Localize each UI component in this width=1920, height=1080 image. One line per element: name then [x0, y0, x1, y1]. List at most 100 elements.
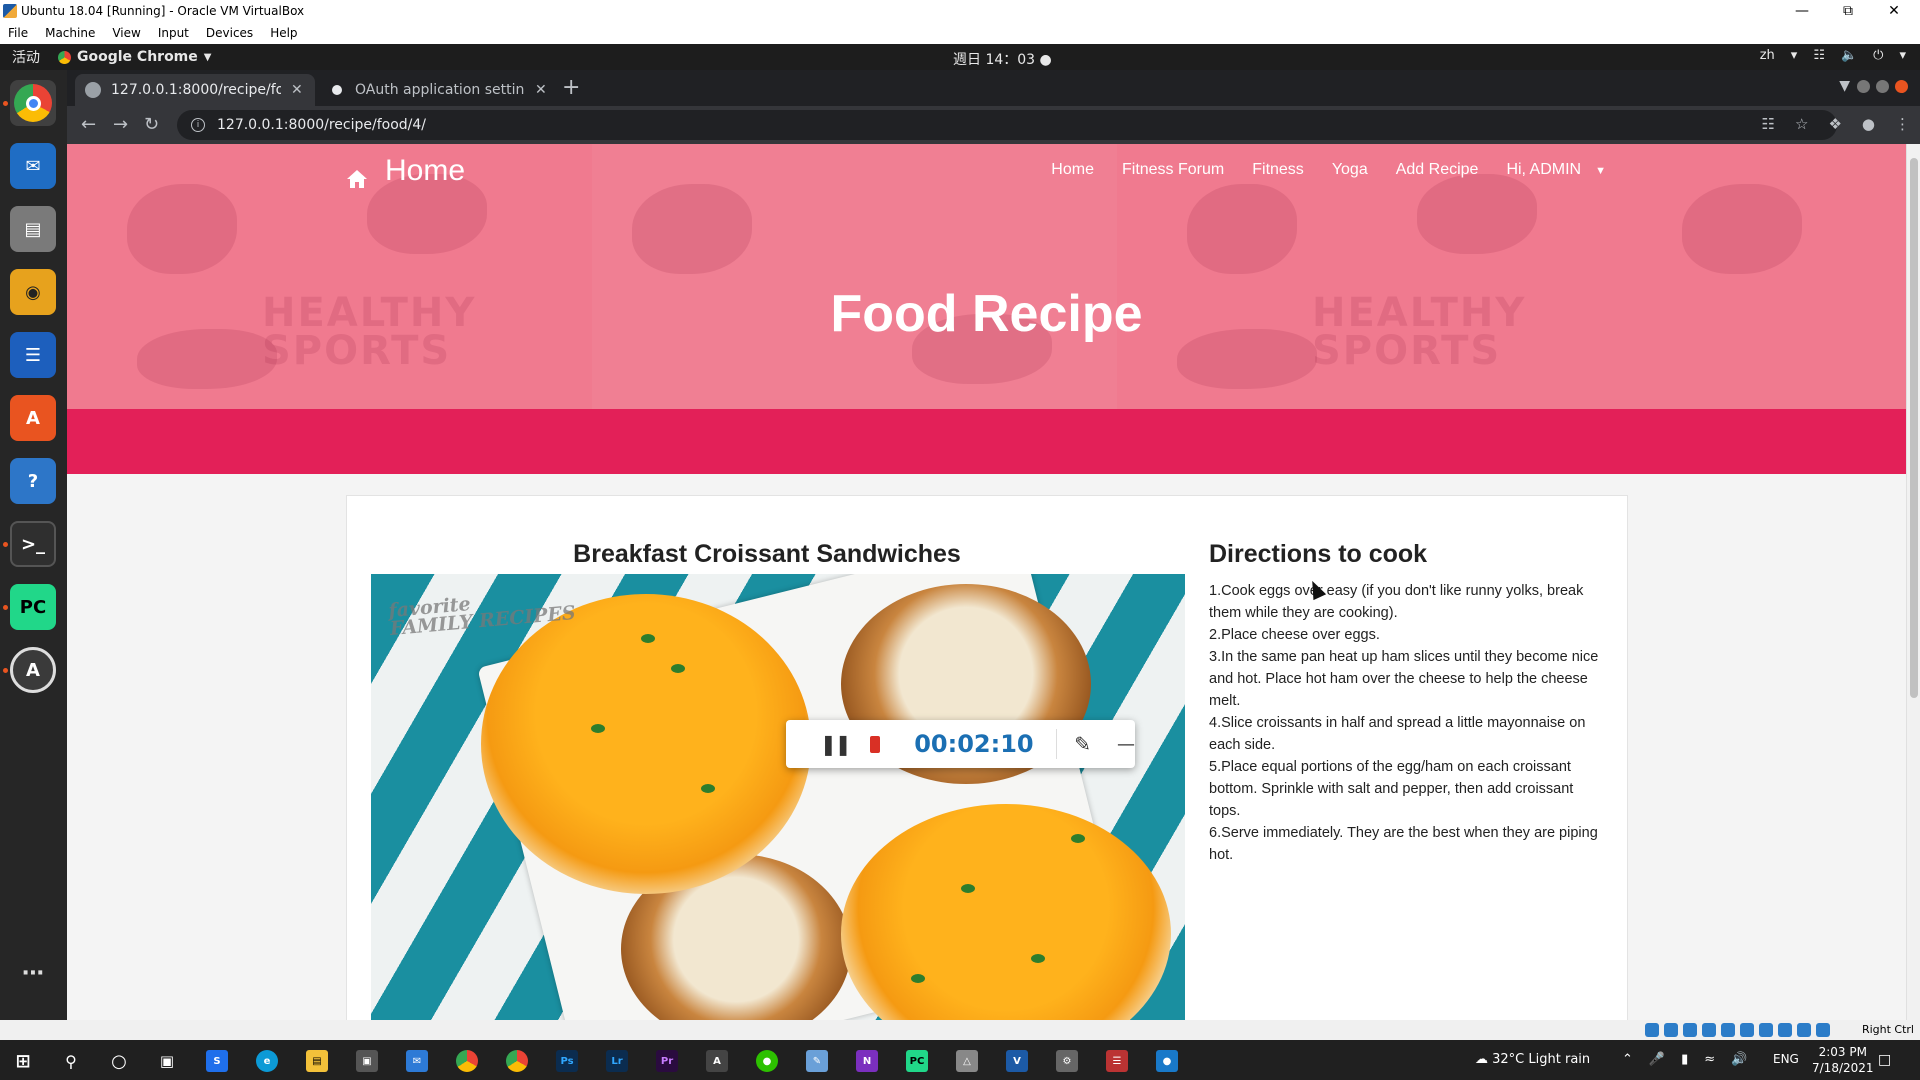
cortana-icon[interactable]: ○: [108, 1050, 130, 1072]
cpu-icon[interactable]: [1797, 1023, 1811, 1037]
nav-fitness-forum[interactable]: Fitness Forum: [1122, 161, 1224, 179]
virtualbox-taskbar-icon[interactable]: V: [1006, 1050, 1028, 1072]
stop-recording-button[interactable]: [869, 735, 881, 753]
draw-pen-icon[interactable]: ✎: [1074, 732, 1091, 756]
mail-icon[interactable]: ✉: [406, 1050, 428, 1072]
store-icon[interactable]: ▣: [356, 1050, 378, 1072]
chrome-dock-icon[interactable]: [10, 80, 56, 126]
pycharm-taskbar-icon[interactable]: PC: [906, 1050, 928, 1072]
minimize-icon[interactable]: [1857, 80, 1870, 93]
recording-icon[interactable]: [1778, 1023, 1792, 1037]
package-icon[interactable]: △: [956, 1050, 978, 1072]
software-center-icon[interactable]: A: [10, 395, 56, 441]
nav-user-menu[interactable]: Hi, ADMIN ▼: [1506, 161, 1606, 179]
chevron-up-icon[interactable]: ⌃: [1622, 1052, 1633, 1067]
pause-icon[interactable]: ❚❚: [820, 732, 851, 756]
language-indicator[interactable]: ENG: [1773, 1052, 1799, 1066]
profile-icon[interactable]: ●: [1862, 115, 1875, 133]
nav-fitness[interactable]: Fitness: [1252, 161, 1304, 179]
thunderbird-icon[interactable]: ✉: [10, 143, 56, 189]
menu-machine[interactable]: Machine: [37, 26, 104, 40]
input-method-indicator[interactable]: zh: [1760, 48, 1775, 63]
menu-input[interactable]: Input: [150, 26, 198, 40]
nav-home[interactable]: Home: [1051, 161, 1094, 179]
writer-icon[interactable]: ☰: [10, 332, 56, 378]
menu-view[interactable]: View: [104, 26, 149, 40]
forward-icon[interactable]: →: [113, 114, 128, 135]
panel-clock[interactable]: 週日 14：03 ●: [953, 49, 1052, 69]
tab-search-icon[interactable]: ▼: [1839, 78, 1850, 94]
panel-tray[interactable]: zh ▾ ☷ 🔈 ⏻ ▾: [1760, 48, 1906, 63]
audio-icon[interactable]: [1683, 1023, 1697, 1037]
shared-folder-icon[interactable]: [1740, 1023, 1754, 1037]
chrome-taskbar-icon[interactable]: [506, 1050, 528, 1072]
star-icon[interactable]: ☆: [1795, 115, 1808, 133]
page-scrollbar[interactable]: [1906, 144, 1920, 1020]
mouse-integration-icon[interactable]: [1816, 1023, 1830, 1037]
terminal-icon[interactable]: >_: [10, 521, 56, 567]
help-icon[interactable]: ?: [10, 458, 56, 504]
wechat-icon[interactable]: ●: [756, 1050, 778, 1072]
weather-widget[interactable]: ☁ 32°C Light rain: [1475, 1052, 1590, 1067]
battery-icon[interactable]: ▮: [1681, 1052, 1688, 1067]
search-icon[interactable]: ⚲: [60, 1050, 82, 1072]
chrome-taskbar-icon[interactable]: [456, 1050, 478, 1072]
network-icon[interactable]: [1702, 1023, 1716, 1037]
file-explorer-icon[interactable]: ▤: [306, 1050, 328, 1072]
software-updater-icon[interactable]: A: [10, 647, 56, 693]
wifi-icon[interactable]: ≈: [1704, 1052, 1715, 1067]
reload-icon[interactable]: ↻: [144, 114, 159, 135]
close-icon[interactable]: [1895, 80, 1908, 93]
more-menu-icon[interactable]: ⋮: [1895, 115, 1910, 133]
settings-app-icon[interactable]: ⚙: [1056, 1050, 1078, 1072]
back-icon[interactable]: ←: [81, 114, 96, 135]
windows-start-icon[interactable]: ⊞: [12, 1050, 34, 1072]
minimize-button[interactable]: —: [1780, 0, 1824, 22]
microphone-icon[interactable]: 🎤: [1649, 1052, 1665, 1067]
app-menu[interactable]: Google Chrome ▼: [58, 49, 211, 65]
close-window-button[interactable]: ✕: [1872, 0, 1916, 22]
extensions-icon[interactable]: ❖: [1828, 115, 1841, 133]
translator-icon[interactable]: A: [706, 1050, 728, 1072]
tab-oauth[interactable]: OAuth application settings ✕: [319, 74, 559, 106]
site-brand[interactable]: Home: [347, 154, 465, 188]
address-bar[interactable]: i 127.0.0.1:8000/recipe/food/4/: [177, 110, 1837, 140]
show-applications-icon[interactable]: ⋯: [10, 950, 56, 996]
menu-file[interactable]: File: [0, 26, 37, 40]
activities-button[interactable]: 活动: [12, 47, 40, 67]
display-icon[interactable]: [1759, 1023, 1773, 1037]
info-icon[interactable]: i: [191, 118, 205, 132]
tab-recipe[interactable]: 127.0.0.1:8000/recipe/food/4/ ✕: [75, 74, 315, 106]
pycharm-icon[interactable]: PC: [10, 584, 56, 630]
nav-add-recipe[interactable]: Add Recipe: [1396, 161, 1479, 179]
scrollbar-thumb[interactable]: [1910, 158, 1918, 698]
app-icon[interactable]: ☰: [1106, 1050, 1128, 1072]
optical-drive-icon[interactable]: [1664, 1023, 1678, 1037]
menu-devices[interactable]: Devices: [198, 26, 262, 40]
maximize-icon[interactable]: [1876, 80, 1889, 93]
taskbar-clock[interactable]: 2:03 PM 7/18/2021: [1812, 1044, 1874, 1076]
onenote-icon[interactable]: N: [856, 1050, 878, 1072]
new-tab-button[interactable]: +: [562, 76, 580, 100]
premiere-icon[interactable]: Pr: [656, 1050, 678, 1072]
notification-icon[interactable]: □: [1878, 1052, 1891, 1068]
files-icon[interactable]: ▤: [10, 206, 56, 252]
notes-icon[interactable]: ✎: [806, 1050, 828, 1072]
nav-yoga[interactable]: Yoga: [1332, 161, 1368, 179]
close-tab-icon[interactable]: ✕: [535, 82, 547, 98]
task-view-icon[interactable]: ▣: [156, 1050, 178, 1072]
menu-help[interactable]: Help: [262, 26, 306, 40]
speaker-icon[interactable]: 🔊: [1731, 1052, 1747, 1067]
close-tab-icon[interactable]: ✕: [291, 82, 303, 98]
restore-button[interactable]: ⧉: [1826, 0, 1870, 22]
translate-icon[interactable]: ☷: [1762, 115, 1775, 133]
lightroom-icon[interactable]: Lr: [606, 1050, 628, 1072]
usb-icon[interactable]: [1721, 1023, 1735, 1037]
recorder-app-icon[interactable]: ●: [1156, 1050, 1178, 1072]
minimize-recorder-icon[interactable]: —: [1117, 734, 1135, 755]
disk-icon[interactable]: [1645, 1023, 1659, 1037]
rhythmbox-icon[interactable]: ◉: [10, 269, 56, 315]
photoshop-icon[interactable]: Ps: [556, 1050, 578, 1072]
edge-icon[interactable]: e: [256, 1050, 278, 1072]
app-icon[interactable]: S: [206, 1050, 228, 1072]
